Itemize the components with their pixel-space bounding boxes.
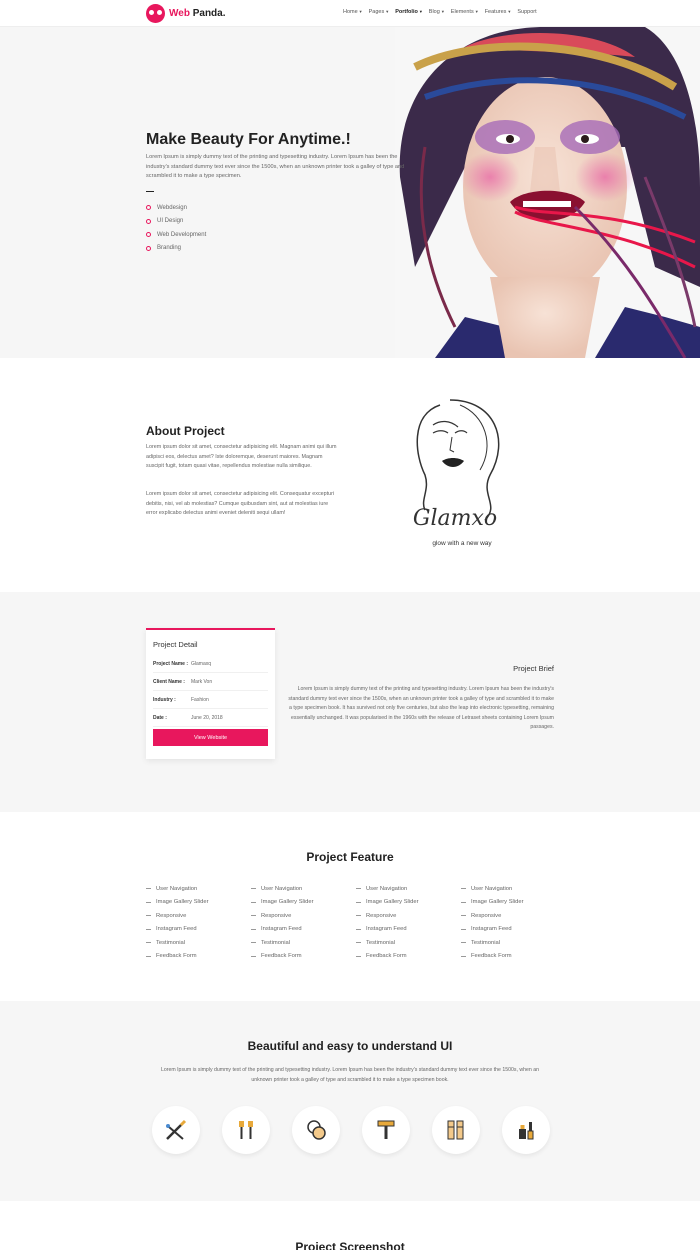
hero-section: Make Beauty For Anytime.! [0,27,700,358]
brand-name: Web Panda. [169,8,226,19]
panda-icon [146,4,165,23]
project-detail-card: Project Detail Project Name : Glamaxq Cli… [146,628,275,759]
brushes-icon [152,1106,200,1154]
ui-showcase-section [0,1001,700,1201]
project-brief-text: Lorem Ipsum is simply dummy text of the … [288,686,554,731]
compact-powder-icon [292,1106,340,1154]
detail-key: Date : [153,714,167,721]
circle-bullet-icon [146,232,151,238]
hero-list: Webdesign UI Design Web Development Bran… [146,201,206,255]
feature-list: User Navigation Image Gallery Slider Res… [146,882,209,963]
list-item: Image Gallery Slider [356,896,419,910]
caret-down-icon: ▼ [358,9,363,14]
list-item: Image Gallery Slider [146,896,209,910]
list-item: Responsive [146,909,209,923]
feature-list: User Navigation Image Gallery Slider Res… [356,882,419,963]
detail-value: June 20, 2018 [191,714,223,721]
circle-bullet-icon [146,245,151,251]
detail-value: Mark Von [191,678,213,685]
list-item: Testimonial [146,936,209,950]
nav-support[interactable]: Support [517,9,536,15]
detail-value: Glamaxq [191,660,212,667]
detail-row: Client Name : Mark Von [153,673,268,691]
razor-icon [362,1106,410,1154]
list-item: Feedback Form [251,950,314,964]
caret-down-icon: ▼ [440,9,445,14]
view-website-button[interactable]: View Website [153,729,268,746]
top-navbar: Web Panda. Home▼ Pages▼ Portfolio▼ Blog▼… [0,0,700,27]
list-item: Webdesign [146,201,206,215]
brand-logo[interactable]: Web Panda. [146,4,226,23]
list-item: Responsive [251,909,314,923]
nav-elements[interactable]: Elements▼ [451,9,479,15]
list-item: User Navigation [461,882,524,896]
glamxo-logo: Glamxo glow with a new way [413,399,500,547]
detail-key: Industry : [153,696,176,703]
list-item: Branding [146,242,206,256]
list-item: Responsive [356,909,419,923]
list-item: Image Gallery Slider [251,896,314,910]
about-title: About Project [146,424,225,438]
caret-down-icon: ▼ [418,9,423,14]
nav-pages[interactable]: Pages▼ [369,9,390,15]
list-item: Feedback Form [356,950,419,964]
list-item: Testimonial [356,936,419,950]
list-item: Image Gallery Slider [461,896,524,910]
list-item: Instagram Feed [356,923,419,937]
hero-divider [146,191,154,192]
ui-section-title: Beautiful and easy to understand UI [247,1039,453,1053]
hero-description: Lorem Ipsum is simply dummy text of the … [146,154,405,179]
list-item: User Navigation [251,882,314,896]
nav-home[interactable]: Home▼ [343,9,363,15]
list-item: UI Design [146,215,206,229]
makeup-brushes-icon [222,1106,270,1154]
hero-model-image [395,27,700,358]
circle-bullet-icon [146,218,151,224]
list-item: Instagram Feed [251,923,314,937]
detail-key: Project Name : [153,660,189,667]
list-item: Instagram Feed [146,923,209,937]
about-paragraph: Lorem ipsum dolor sit amet, consectetur … [146,491,335,517]
project-brief-title: Project Brief [513,664,554,673]
caret-down-icon: ▼ [385,9,390,14]
detail-row: Industry : Fashion [153,691,268,709]
list-item: Instagram Feed [461,923,524,937]
nav-blog[interactable]: Blog▼ [429,9,445,15]
logo-tagline: glow with a new way [432,540,492,547]
caret-down-icon: ▼ [507,9,512,14]
detail-key: Client Name : [153,678,185,685]
logo-wordmark: Glamxo [413,506,497,531]
list-item: Feedback Form [461,950,524,964]
caret-down-icon: ▼ [474,9,479,14]
about-paragraph: Lorem ipsum dolor sit amet, consectetur … [146,444,337,470]
list-item: Responsive [461,909,524,923]
list-item: Testimonial [461,936,524,950]
circle-bullet-icon [146,205,151,211]
list-item: User Navigation [356,882,419,896]
list-item: User Navigation [146,882,209,896]
card-title: Project Detail [153,640,198,649]
feature-list: User Navigation Image Gallery Slider Res… [461,882,524,963]
nav-features[interactable]: Features▼ [485,9,512,15]
features-title: Project Feature [306,850,394,864]
hero-title: Make Beauty For Anytime.! [146,131,351,148]
list-item: Feedback Form [146,950,209,964]
lipstick-bottle-icon [502,1106,550,1154]
list-item: Testimonial [251,936,314,950]
ui-section-description: Lorem Ipsum is simply dummy text of the … [160,1067,540,1083]
list-item: Web Development [146,228,206,242]
screenshot-title: Project Screenshot [295,1240,405,1250]
detail-row: Date : June 20, 2018 [153,709,268,727]
main-menu: Home▼ Pages▼ Portfolio▼ Blog▼ Elements▼ … [343,9,537,15]
cosmetic-tubes-icon [432,1106,480,1154]
detail-value: Fashion [191,696,209,703]
detail-row: Project Name : Glamaxq [153,655,268,673]
feature-list: User Navigation Image Gallery Slider Res… [251,882,314,963]
nav-portfolio[interactable]: Portfolio▼ [395,9,423,15]
